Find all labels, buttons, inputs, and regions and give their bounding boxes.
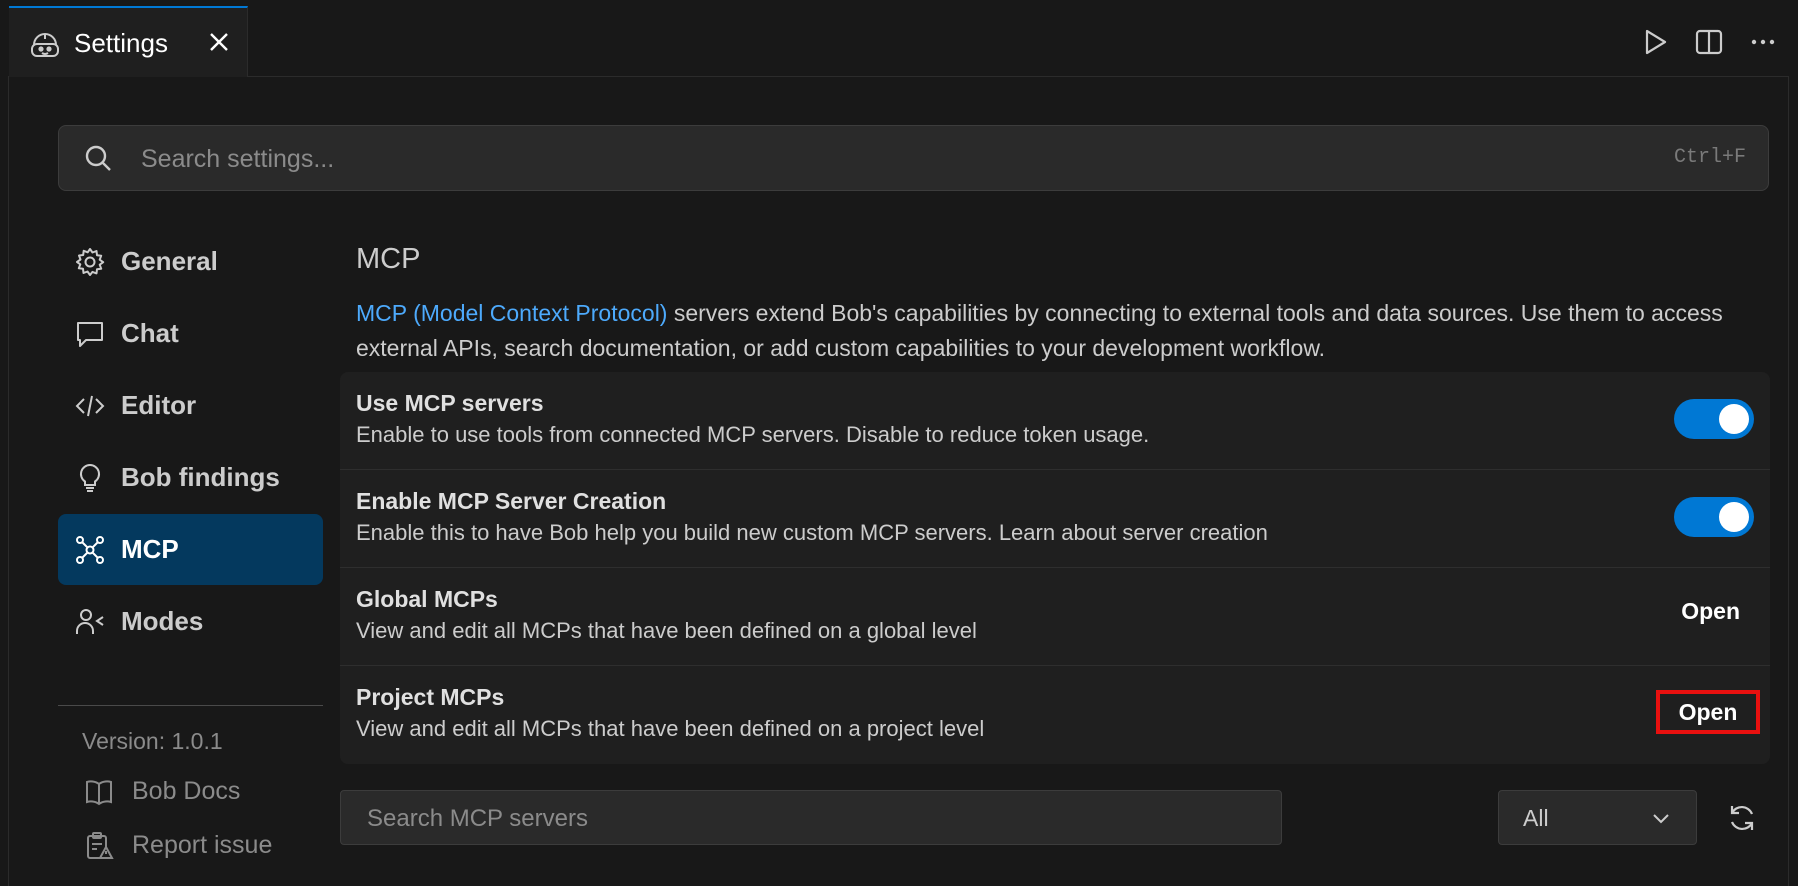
sidebar-item-label: Bob findings <box>121 462 280 492</box>
sidebar-item-mcp[interactable]: MCP <box>58 514 323 585</box>
bob-docs-label: Bob Docs <box>132 777 241 805</box>
mcp-filter-dropdown[interactable]: All <box>1498 790 1697 845</box>
sidebar-item-chat[interactable]: Chat <box>58 298 323 369</box>
filter-value: All <box>1523 805 1549 831</box>
tab-title: Settings <box>74 28 168 58</box>
report-issue-label: Report issue <box>132 831 273 859</box>
chat-icon <box>74 318 106 350</box>
sidebar-item-label: MCP <box>121 534 179 564</box>
sidebar-item-modes[interactable]: Modes <box>58 586 323 657</box>
enable-mcp-server-creation-toggle[interactable] <box>1674 497 1754 537</box>
search-icon <box>83 143 113 173</box>
mcp-search-input[interactable] <box>365 799 1249 839</box>
setting-title: Use MCP servers <box>356 390 544 416</box>
toggle-knob <box>1719 404 1749 434</box>
toggle-knob <box>1719 502 1749 532</box>
more-actions-icon[interactable] <box>1747 26 1779 58</box>
setting-title: Enable MCP Server Creation <box>356 488 667 514</box>
sidebar-item-label: Chat <box>121 318 179 348</box>
sidebar-item-general[interactable]: General <box>58 226 323 297</box>
mcp-server-search <box>340 790 1282 845</box>
sidebar-divider <box>58 705 323 706</box>
close-tab-icon[interactable] <box>205 28 233 56</box>
section-description: MCP (Model Context Protocol) servers ext… <box>356 296 1746 366</box>
tab-bar: Settings <box>8 6 1789 77</box>
sidebar-item-label: Editor <box>121 390 197 420</box>
setting-description: Enable this to have Bob help you build n… <box>356 520 1268 545</box>
setting-description: View and edit all MCPs that have been de… <box>356 618 977 643</box>
search-shortcut-hint: Ctrl+F <box>1673 146 1746 169</box>
setting-description: View and edit all MCPs that have been de… <box>356 716 985 741</box>
editor-actions <box>1639 26 1779 58</box>
setting-row-use-mcp-servers: Use MCP servers Enable to use tools from… <box>340 372 1770 470</box>
setting-title: Project MCPs <box>356 684 505 710</box>
code-icon <box>74 390 106 422</box>
sidebar-item-bob-findings[interactable]: Bob findings <box>58 442 323 513</box>
global-mcps-open-button[interactable]: Open <box>1681 598 1740 625</box>
chevron-down-icon <box>1650 807 1672 829</box>
book-icon <box>84 777 114 807</box>
gear-icon <box>74 246 106 278</box>
report-issue-icon <box>84 831 114 861</box>
use-mcp-servers-toggle[interactable] <box>1674 399 1754 439</box>
setting-row-global-mcps: Global MCPs View and edit all MCPs that … <box>340 568 1770 666</box>
settings-search: Ctrl+F <box>58 125 1769 191</box>
modes-user-icon <box>74 606 106 638</box>
sidebar-item-label: Modes <box>121 606 204 636</box>
setting-title: Global MCPs <box>356 586 498 612</box>
lightbulb-icon <box>74 462 106 494</box>
tab-settings[interactable]: Settings <box>9 6 248 77</box>
bob-robot-icon <box>29 28 61 60</box>
sidebar-item-editor[interactable]: Editor <box>58 370 323 441</box>
project-mcps-open-button[interactable]: Open <box>1656 690 1760 734</box>
split-editor-icon[interactable] <box>1693 26 1725 58</box>
run-icon[interactable] <box>1639 26 1671 58</box>
version-label: Version: 1.0.1 <box>82 728 223 754</box>
mcp-settings-panel: Use MCP servers Enable to use tools from… <box>340 372 1770 764</box>
setting-description: Enable to use tools from connected MCP s… <box>356 422 1150 447</box>
mcp-network-icon <box>74 534 106 566</box>
section-title: MCP <box>356 243 421 275</box>
sidebar-item-label: General <box>121 246 218 276</box>
setting-row-project-mcps: Project MCPs View and edit all MCPs that… <box>340 666 1770 764</box>
mcp-protocol-link[interactable]: MCP (Model Context Protocol) <box>356 300 667 326</box>
search-input[interactable] <box>139 136 1543 182</box>
setting-row-enable-mcp-server-creation: Enable MCP Server Creation Enable this t… <box>340 470 1770 568</box>
refresh-icon[interactable] <box>1725 801 1759 835</box>
